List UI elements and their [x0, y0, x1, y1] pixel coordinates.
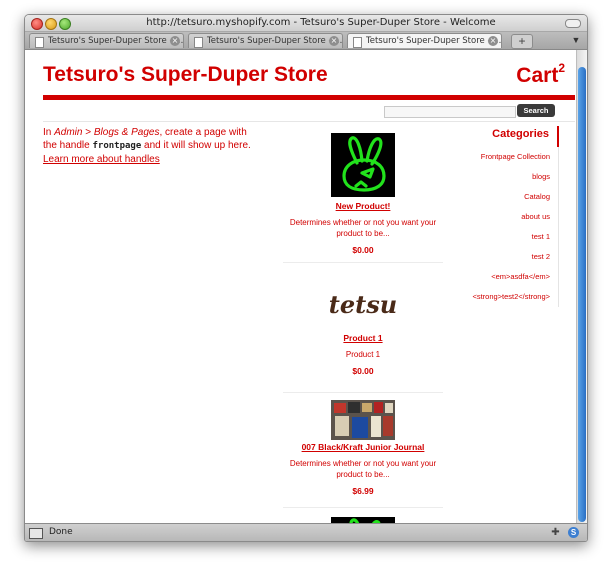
close-window-button[interactable] — [31, 18, 43, 30]
product-title[interactable]: Product 1 — [283, 333, 443, 343]
search-input[interactable] — [384, 106, 516, 118]
product-description: Product 1 — [345, 350, 381, 359]
tetsu-logo-svg: tetsu — [329, 290, 397, 319]
cart-link[interactable]: Cart2 — [516, 61, 565, 88]
handle-code: frontpage — [92, 141, 142, 151]
category-link[interactable]: Catalog — [463, 187, 559, 207]
product-price: $6.99 — [352, 486, 374, 496]
status-page-icon — [29, 528, 43, 539]
cart-label: Cart — [516, 64, 559, 87]
journal-photo-svg — [331, 400, 395, 440]
tab-2[interactable]: Tetsuro's Super-Duper Store - ... × — [188, 33, 343, 48]
tab-close-icon[interactable]: × — [488, 36, 498, 46]
category-link[interactable]: test 1 — [463, 227, 559, 247]
category-link[interactable]: test 2 — [463, 247, 559, 267]
tab-3-active[interactable]: Tetsuro's Super-Duper Store - ... × — [347, 33, 502, 48]
tab-label: Tetsuro's Super-Duper Store - ... — [48, 36, 184, 46]
product-price: $0.00 — [352, 245, 374, 255]
page-icon — [353, 37, 362, 48]
product-description: Determines whether or not you want your … — [289, 459, 437, 479]
category-link[interactable]: Frontpage Collection — [463, 147, 559, 167]
tab-close-icon[interactable]: × — [170, 36, 180, 46]
tab-bar: Tetsuro's Super-Duper Store - ... × Tets… — [25, 32, 587, 50]
product-card: tetsu Product 1 Product 1 $0.00 — [283, 263, 443, 393]
product-list: New Product! Determines whether or not y… — [283, 133, 443, 523]
learn-more-link[interactable]: Learn more about handles — [43, 154, 160, 165]
tab-list-menu-icon[interactable]: ▼ — [569, 35, 583, 46]
intro-part1: In — [43, 127, 55, 138]
categories-sidebar: Categories Frontpage Collection blogs Ca… — [463, 126, 559, 307]
categories-heading: Categories — [463, 126, 559, 147]
page-content: Tetsuro's Super-Duper Store Cart2 Search… — [25, 50, 575, 523]
category-link[interactable]: about us — [463, 207, 559, 227]
product-card: New Product! Determines whether or not y… — [283, 133, 443, 263]
tab-label: Tetsuro's Super-Duper Store - ... — [207, 36, 343, 46]
intro-part3: and it will show up here. — [141, 140, 251, 151]
addon-globe-icon[interactable]: S — [568, 527, 579, 538]
product-card-partial — [283, 508, 443, 523]
tetsu-logo-text: tetsu — [329, 290, 397, 319]
product-card: 007 Black/Kraft Junior Journal Determine… — [283, 393, 443, 508]
browser-window: http://tetsuro.myshopify.com - Tetsuro's… — [24, 14, 588, 542]
blogs-pages-text: Blogs & Pages — [93, 127, 160, 138]
scrollbar-thumb[interactable] — [578, 67, 586, 522]
product-title[interactable]: 007 Black/Kraft Junior Journal — [283, 442, 443, 452]
product-title[interactable]: New Product! — [283, 201, 443, 211]
cart-count: 2 — [558, 61, 565, 75]
tetsu-logo[interactable]: tetsu — [328, 285, 398, 325]
category-link[interactable]: <strong>test2</strong> — [463, 287, 559, 307]
admin-text: Admin — [54, 127, 83, 138]
vertical-scrollbar[interactable] — [576, 50, 587, 523]
tab-1[interactable]: Tetsuro's Super-Duper Store - ... × — [29, 33, 184, 48]
page-icon — [194, 37, 203, 48]
minimize-window-button[interactable] — [45, 18, 57, 30]
tab-label: Tetsuro's Super-Duper Store - ... — [366, 36, 502, 46]
toolbar-toggle-button[interactable] — [565, 19, 581, 28]
new-tab-button[interactable]: + — [511, 34, 533, 49]
zoom-window-button[interactable] — [59, 18, 71, 30]
store-title[interactable]: Tetsuro's Super-Duper Store — [43, 63, 328, 87]
divider — [43, 121, 575, 122]
window-title: http://tetsuro.myshopify.com - Tetsuro's… — [146, 17, 496, 28]
category-link[interactable]: blogs — [463, 167, 559, 187]
search-button[interactable]: Search — [517, 104, 555, 117]
intro-arrow: > — [82, 127, 94, 138]
journal-photo[interactable] — [331, 400, 395, 440]
intro-text: In Admin > Blogs & Pages, create a page … — [43, 126, 258, 166]
tab-close-icon[interactable]: × — [329, 36, 339, 46]
page-icon — [35, 37, 44, 48]
addon-puzzle-icon[interactable]: ✚ — [550, 527, 561, 538]
rabbit-svg — [342, 136, 386, 192]
title-bar[interactable]: http://tetsuro.myshopify.com - Tetsuro's… — [25, 15, 587, 32]
product-description: Determines whether or not you want your … — [289, 218, 437, 238]
green-rabbit-icon[interactable] — [331, 133, 395, 197]
product-price: $0.00 — [352, 366, 374, 376]
status-bar: Done ✚ S — [25, 523, 587, 541]
category-link[interactable]: <em>asdfa</em> — [463, 267, 559, 287]
header-divider — [43, 95, 575, 100]
status-text: Done — [49, 527, 73, 537]
